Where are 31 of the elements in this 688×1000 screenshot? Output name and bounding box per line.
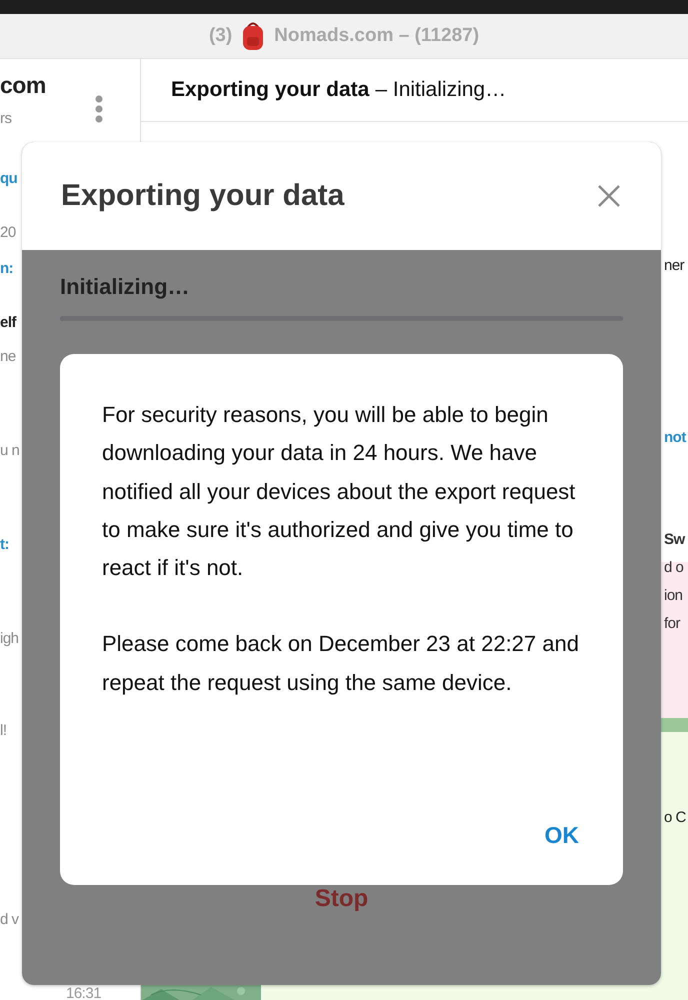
ok-button[interactable]: OK <box>538 818 585 853</box>
chat-preview-text: 20 <box>0 223 16 243</box>
more-icon[interactable] <box>94 95 104 125</box>
chat-preview-text: n: <box>0 259 14 279</box>
chat-preview-text: com <box>0 73 46 97</box>
chat-preview-text: elf <box>0 313 16 333</box>
dialog-title: Exporting your data <box>61 179 344 213</box>
chat-preview-text: l! <box>0 721 6 741</box>
close-icon[interactable] <box>597 184 621 208</box>
message-text: o C <box>664 808 686 828</box>
message-text: Sw <box>664 530 685 550</box>
message-text: ner <box>664 256 684 276</box>
chat-preview-text: qu <box>0 169 18 189</box>
chat-preview-text: ne <box>0 347 16 367</box>
chat-preview-text: igh <box>0 629 19 649</box>
message-text: not <box>664 428 686 448</box>
message-text: ion <box>664 586 683 606</box>
alert-message: For security reasons, you will be able to begin downloading your data in 24 hours. We have notified all your devices about the export request to make sure it's authorized and give you time to react if it's not. <box>102 401 576 582</box>
message-text: for <box>664 614 680 634</box>
chat-preview-text: d v <box>0 910 19 930</box>
stop-button[interactable]: Stop <box>314 885 368 913</box>
alert-message: Please come back on December 23 at 22:27 and repeat the request using the same device. <box>102 630 580 697</box>
window-title: Nomads.com – (11287) <box>274 25 480 47</box>
chat-preview-text: u n <box>0 441 20 461</box>
chat-preview-text: rs <box>0 109 12 129</box>
chat-preview-text: t: <box>0 535 9 555</box>
chat-header: Exporting your data – Initializing… <box>141 59 688 122</box>
export-status: Initializing… <box>60 274 191 300</box>
unread-count: (3) <box>208 25 232 47</box>
message-time: 16:31 <box>66 987 102 1000</box>
message-text: d o <box>664 558 684 578</box>
